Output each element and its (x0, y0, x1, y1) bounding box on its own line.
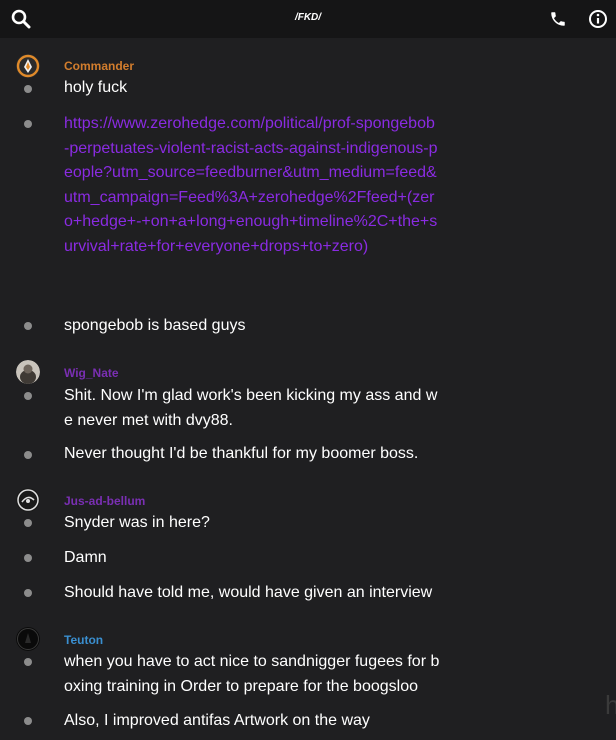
message-bullet (24, 85, 32, 93)
author-name[interactable]: Wig_Nate (64, 366, 119, 380)
author-name[interactable]: Jus-ad-bellum (64, 494, 145, 508)
message-bullet (24, 589, 32, 597)
message-bullet (24, 519, 32, 527)
avatar-commander[interactable] (16, 54, 40, 78)
channel-title: /FKD/ (294, 12, 322, 23)
message-text: Also, I improved antifas Artwork on the … (64, 712, 370, 729)
message-text: Snyder was in here? (64, 514, 210, 531)
avatar-jus-ad-bellum[interactable] (16, 488, 40, 512)
author-name[interactable]: Teuton (64, 633, 103, 647)
message-text: holy fuck (64, 79, 128, 96)
message-bullet (24, 451, 32, 459)
info-icon[interactable] (587, 8, 609, 30)
message-text: when you have to act nice to sandnigger … (64, 653, 440, 695)
watermark-fragment: h (605, 690, 616, 720)
avatar-wig-nate[interactable] (16, 360, 40, 384)
author-name[interactable]: Commander (64, 59, 134, 73)
message-feed[interactable]: Commander holy fuck https://www.zerohedg… (0, 38, 616, 740)
message-bullet (24, 658, 32, 666)
message-text: Damn (64, 549, 107, 566)
message-bullet (24, 322, 32, 330)
message-text: Never thought I'd be thankful for my boo… (64, 445, 419, 462)
phone-icon[interactable] (547, 8, 569, 30)
message-bullet (24, 554, 32, 562)
message-text: Should have told me, would have given an… (64, 584, 433, 601)
avatar-teuton[interactable] (16, 627, 40, 651)
message-text: Shit. Now I'm glad work's been kicking m… (64, 387, 438, 429)
message-bullet (24, 717, 32, 725)
message-bullet (24, 120, 32, 128)
top-bar: /FKD/ (0, 0, 616, 38)
message-link[interactable]: https://www.zerohedge.com/political/prof… (64, 112, 439, 259)
message-bullet (24, 392, 32, 400)
message-text: spongebob is based guys (64, 317, 246, 334)
